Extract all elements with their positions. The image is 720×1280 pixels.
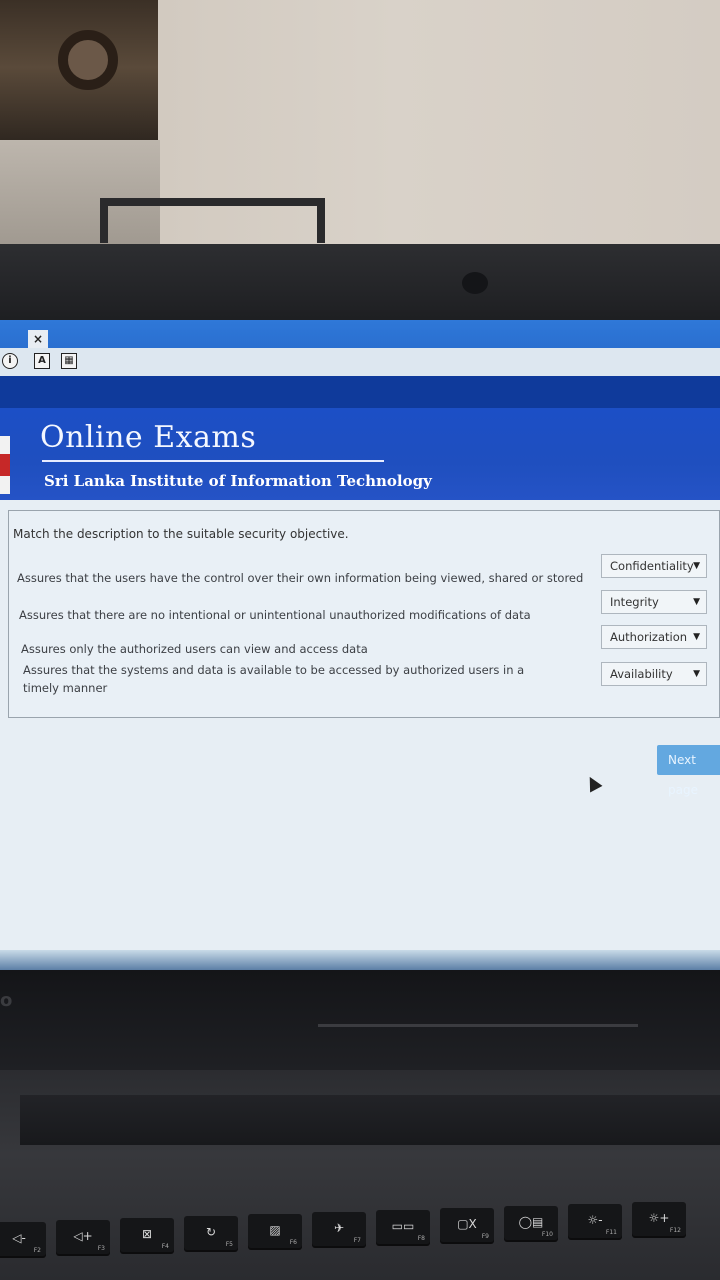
hinge-line bbox=[318, 1024, 638, 1027]
function-key-label: F4 bbox=[161, 1243, 169, 1250]
function-key[interactable]: ◯▤ F10 bbox=[504, 1206, 558, 1240]
function-key-label: F7 bbox=[353, 1237, 361, 1244]
laptop-bezel bbox=[0, 244, 720, 324]
screen-edge bbox=[0, 950, 720, 970]
laptop-brand-logo: o bbox=[0, 990, 13, 1011]
function-key[interactable]: ☼+ F12 bbox=[632, 1202, 686, 1236]
function-key-label: F8 bbox=[417, 1235, 425, 1242]
exam-toolbar: i A ▦ bbox=[0, 348, 720, 376]
wall-poster bbox=[0, 0, 158, 150]
question-box: Match the description to the suitable se… bbox=[8, 510, 720, 718]
info-icon[interactable]: i bbox=[2, 353, 18, 369]
select-value: Availability bbox=[610, 667, 673, 681]
chevron-down-icon: ▼ bbox=[693, 597, 700, 607]
select-value: Integrity bbox=[610, 595, 659, 609]
question-prompt: Match the description to the suitable se… bbox=[13, 527, 349, 541]
match-select-4[interactable]: Availability ▼ bbox=[601, 662, 707, 686]
match-select-2[interactable]: Integrity ▼ bbox=[601, 590, 707, 614]
function-key[interactable]: ▭▭ F8 bbox=[376, 1210, 430, 1244]
function-key[interactable]: ▢X F9 bbox=[440, 1208, 494, 1242]
select-value: Confidentiality bbox=[610, 559, 694, 573]
sliit-logo bbox=[0, 436, 10, 494]
function-key[interactable]: ▨ F6 bbox=[248, 1214, 302, 1248]
mouse-cursor-icon bbox=[583, 773, 603, 793]
function-key[interactable]: ⊠ F4 bbox=[120, 1218, 174, 1252]
function-key-label: F9 bbox=[481, 1233, 489, 1240]
room-background bbox=[0, 0, 720, 250]
function-key-label: F3 bbox=[97, 1245, 105, 1252]
window-titlebar bbox=[0, 320, 720, 348]
lower-bezel bbox=[0, 970, 720, 1070]
site-subtitle: Sri Lanka Institute of Information Techn… bbox=[44, 472, 432, 490]
match-select-3[interactable]: Authorization ▼ bbox=[601, 625, 707, 649]
laptop-screen: × i A ▦ Online Exams Sri Lanka Institute… bbox=[0, 320, 720, 970]
function-key-label: F6 bbox=[289, 1239, 297, 1246]
font-icon[interactable]: A bbox=[34, 353, 50, 369]
calculator-icon[interactable]: ▦ bbox=[61, 353, 77, 369]
function-key-label: F10 bbox=[541, 1231, 553, 1238]
exam-header: Online Exams Sri Lanka Institute of Info… bbox=[0, 408, 720, 500]
title-divider bbox=[42, 460, 384, 462]
match-select-1[interactable]: Confidentiality ▼ bbox=[601, 554, 707, 578]
function-key[interactable]: ☼- F11 bbox=[568, 1204, 622, 1238]
function-key-label: F2 bbox=[33, 1247, 41, 1254]
function-key-label: F5 bbox=[225, 1241, 233, 1248]
close-button[interactable]: × bbox=[28, 330, 48, 348]
chevron-down-icon: ▼ bbox=[693, 561, 700, 571]
function-key[interactable]: ↻ F5 bbox=[184, 1216, 238, 1250]
match-row-text: Assures only the authorized users can vi… bbox=[21, 642, 368, 656]
function-key[interactable]: ✈ F7 bbox=[312, 1212, 366, 1246]
site-title: Online Exams bbox=[40, 420, 257, 455]
match-row-text: Assures that there are no intentional or… bbox=[19, 608, 531, 622]
match-row-text: Assures that the users have the control … bbox=[17, 571, 584, 585]
function-key-label: F12 bbox=[669, 1227, 681, 1234]
function-key[interactable]: ◁- F2 bbox=[0, 1222, 46, 1256]
chair-back bbox=[100, 198, 325, 243]
select-value: Authorization bbox=[610, 630, 688, 644]
chevron-down-icon: ▼ bbox=[693, 669, 700, 679]
webcam bbox=[462, 272, 488, 294]
next-page-button[interactable]: Next page bbox=[657, 745, 720, 797]
chevron-down-icon: ▼ bbox=[693, 632, 700, 642]
match-row-text: Assures that the systems and data is ava… bbox=[23, 663, 525, 695]
function-key-label: F11 bbox=[605, 1229, 617, 1236]
header-band bbox=[0, 376, 720, 408]
function-key[interactable]: ◁+ F3 bbox=[56, 1220, 110, 1254]
poster-wheel bbox=[58, 30, 118, 90]
keyboard-deck-edge bbox=[20, 1095, 720, 1145]
